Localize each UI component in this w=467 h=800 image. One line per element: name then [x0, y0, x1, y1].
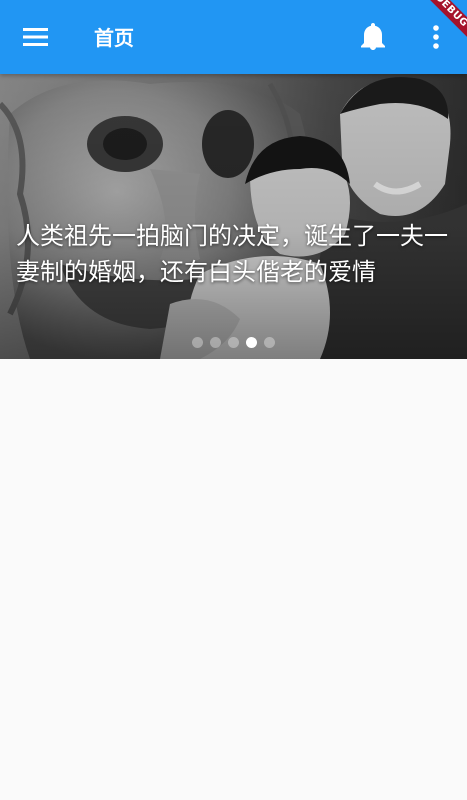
app-root: 首页 DEBUG 人类祖先一拍脑门的决定，诞生了一夫一妻制的婚姻，还有白头偕老的… — [0, 0, 467, 800]
menu-icon — [23, 28, 48, 46]
page-title: 首页 — [94, 26, 134, 50]
app-bar: 首页 — [0, 0, 467, 74]
carousel-banner[interactable]: 人类祖先一拍脑门的决定，诞生了一夫一妻制的婚姻，还有白头偕老的爱情 — [0, 74, 467, 359]
page-content — [0, 359, 467, 800]
banner-caption: 人类祖先一拍脑门的决定，诞生了一夫一妻制的婚姻，还有白头偕老的爱情 — [16, 222, 448, 286]
carousel-dot[interactable] — [228, 337, 239, 348]
carousel-dot[interactable] — [192, 337, 203, 348]
carousel-dot[interactable] — [264, 337, 275, 348]
menu-button[interactable] — [10, 13, 62, 61]
carousel-dot[interactable] — [210, 337, 221, 348]
carousel-indicator — [192, 337, 275, 349]
notifications-button[interactable] — [348, 13, 398, 61]
carousel-dot-active[interactable] — [246, 337, 257, 348]
banner-photo — [0, 74, 467, 359]
bell-icon — [361, 23, 385, 50]
more-vert-icon — [433, 25, 439, 49]
